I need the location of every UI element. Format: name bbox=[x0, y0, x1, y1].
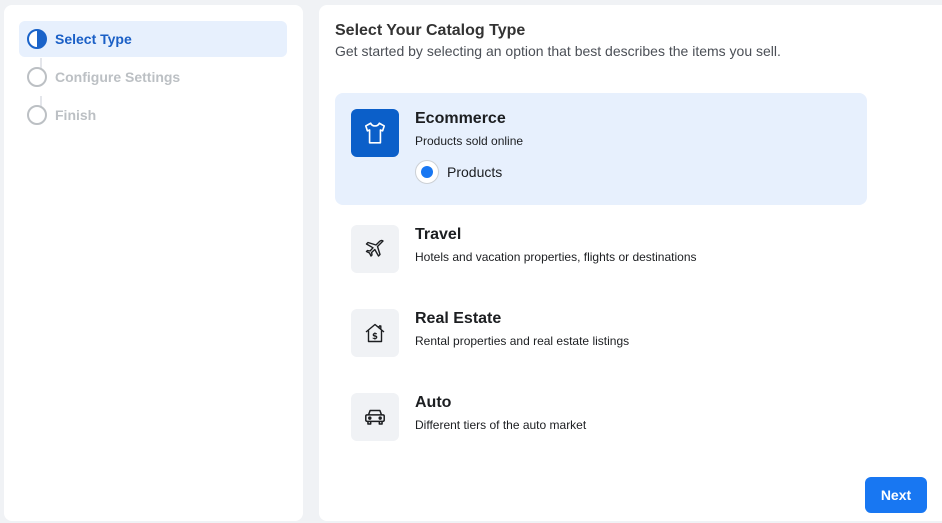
svg-text:$: $ bbox=[372, 332, 378, 342]
step-configure-settings: Configure Settings bbox=[19, 59, 287, 95]
catalog-type-panel: Select Your Catalog Type Get started by … bbox=[319, 5, 942, 521]
airplane-icon bbox=[351, 225, 399, 273]
step-empty-circle-icon bbox=[27, 105, 47, 125]
option-travel[interactable]: Travel Hotels and vacation properties, f… bbox=[335, 217, 867, 289]
step-label: Select Type bbox=[55, 31, 132, 47]
option-name: Auto bbox=[415, 394, 452, 411]
step-label: Configure Settings bbox=[55, 69, 181, 85]
car-icon bbox=[351, 393, 399, 441]
option-name: Real Estate bbox=[415, 310, 502, 327]
tshirt-icon bbox=[351, 109, 399, 157]
option-auto[interactable]: Auto Different tiers of the auto market bbox=[335, 385, 867, 457]
radio-label: Products bbox=[447, 164, 503, 180]
option-description: Hotels and vacation properties, flights … bbox=[415, 250, 697, 264]
radio-checked-dot bbox=[421, 166, 433, 178]
step-half-filled-icon bbox=[27, 29, 47, 49]
option-name: Travel bbox=[415, 226, 462, 243]
steps-panel: Select Type Configure Settings Finish bbox=[4, 5, 303, 521]
option-description: Rental properties and real estate listin… bbox=[415, 334, 630, 348]
step-finish: Finish bbox=[19, 97, 287, 133]
page-title: Select Your Catalog Type bbox=[335, 22, 526, 39]
products-radio[interactable] bbox=[415, 160, 439, 184]
option-description: Different tiers of the auto market bbox=[415, 418, 587, 432]
option-name: Ecommerce bbox=[415, 110, 506, 127]
page-subtitle: Get started by selecting an option that … bbox=[335, 43, 781, 59]
step-empty-circle-icon bbox=[27, 67, 47, 87]
products-radio-row[interactable]: Products bbox=[415, 160, 502, 184]
option-description: Products sold online bbox=[415, 134, 524, 148]
house-dollar-icon: $ bbox=[351, 309, 399, 357]
step-select-type[interactable]: Select Type bbox=[19, 21, 287, 57]
next-button[interactable]: Next bbox=[865, 477, 927, 513]
option-ecommerce[interactable]: Ecommerce Products sold online Products bbox=[335, 93, 867, 205]
option-real-estate[interactable]: $ Real Estate Rental properties and real… bbox=[335, 301, 867, 373]
step-label: Finish bbox=[55, 107, 97, 123]
